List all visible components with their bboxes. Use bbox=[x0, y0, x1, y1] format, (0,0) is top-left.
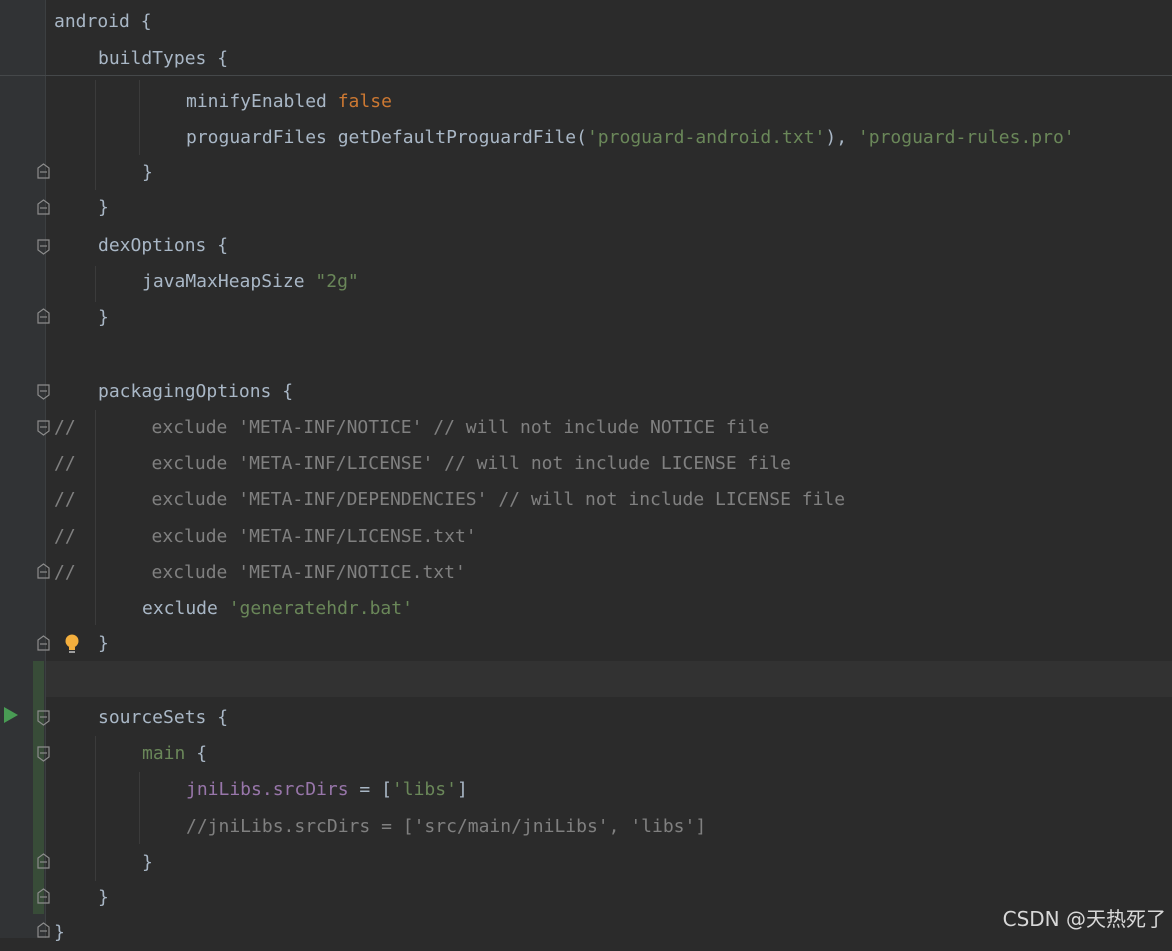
code-line[interactable]: //jniLibs.srcDirs = ['src/main/jniLibs',… bbox=[186, 809, 706, 845]
code-token: // exclude 'META-INF/DEPENDENCIES' // wi… bbox=[54, 489, 846, 510]
code-token: "2g" bbox=[315, 271, 359, 292]
code-line[interactable]: // exclude 'META-INF/DEPENDENCIES' // wi… bbox=[54, 482, 845, 518]
fold-marker-icon[interactable] bbox=[37, 163, 50, 179]
gutter-divider bbox=[45, 0, 46, 938]
code-line[interactable]: // exclude 'META-INF/LICENSE.txt' bbox=[54, 519, 477, 555]
code-line[interactable]: } bbox=[98, 190, 109, 226]
code-token: exclude bbox=[142, 598, 229, 619]
fold-marker-icon[interactable] bbox=[37, 746, 50, 762]
code-token: false bbox=[337, 91, 392, 112]
code-line[interactable]: javaMaxHeapSize "2g" bbox=[142, 264, 359, 300]
code-token: { bbox=[282, 381, 294, 402]
code-line[interactable]: // exclude 'META-INF/NOTICE' // will not… bbox=[54, 410, 769, 446]
code-token: //jniLibs.srcDirs = ['src/main/jniLibs',… bbox=[186, 816, 707, 837]
fold-marker-icon[interactable] bbox=[37, 563, 50, 579]
fold-marker-icon[interactable] bbox=[37, 239, 50, 255]
indent-guide bbox=[95, 266, 96, 302]
code-token: { bbox=[217, 235, 229, 256]
code-token: buildTypes bbox=[98, 48, 218, 69]
fold-marker-icon[interactable] bbox=[37, 384, 50, 400]
code-line[interactable]: // exclude 'META-INF/LICENSE' // will no… bbox=[54, 446, 791, 482]
fold-marker-icon[interactable] bbox=[37, 635, 50, 651]
code-token: dexOptions bbox=[98, 235, 218, 256]
code-token: packagingOptions bbox=[98, 381, 283, 402]
indent-guide bbox=[139, 80, 140, 155]
code-token: { bbox=[196, 743, 208, 764]
code-token: // exclude 'META-INF/NOTICE' // will not… bbox=[54, 417, 770, 438]
code-line[interactable]: } bbox=[98, 300, 109, 336]
code-line[interactable]: packagingOptions { bbox=[98, 374, 293, 410]
code-token: ] bbox=[456, 779, 468, 800]
code-line[interactable]: dexOptions { bbox=[98, 228, 228, 264]
fold-marker-icon[interactable] bbox=[37, 922, 50, 938]
code-token: { bbox=[217, 707, 229, 728]
code-token: ), bbox=[825, 127, 858, 148]
current-line-highlight bbox=[46, 661, 1172, 697]
code-editor[interactable]: android {buildTypes {minifyEnabled false… bbox=[0, 0, 1172, 943]
code-token: { bbox=[140, 11, 152, 32]
code-line[interactable]: minifyEnabled false bbox=[186, 84, 392, 120]
code-token: } bbox=[54, 922, 65, 943]
code-line[interactable]: proguardFiles getDefaultProguardFile('pr… bbox=[186, 120, 1075, 156]
code-line[interactable]: } bbox=[98, 880, 109, 916]
code-token: = [ bbox=[348, 779, 392, 800]
code-line[interactable]: main { bbox=[142, 736, 207, 772]
indent-guide bbox=[95, 736, 96, 881]
code-token: } bbox=[98, 197, 109, 218]
code-token: // exclude 'META-INF/LICENSE' // will no… bbox=[54, 453, 791, 474]
code-line[interactable]: } bbox=[142, 155, 153, 191]
code-line[interactable]: exclude 'generatehdr.bat' bbox=[142, 591, 413, 627]
code-line[interactable]: } bbox=[54, 915, 65, 951]
code-token: } bbox=[142, 162, 153, 183]
code-token: { bbox=[217, 48, 229, 69]
code-token: 'libs' bbox=[391, 779, 457, 800]
watermark: CSDN @天热死了 bbox=[1002, 907, 1166, 931]
code-line[interactable]: buildTypes { bbox=[98, 41, 228, 77]
code-token: } bbox=[98, 887, 109, 908]
code-token: 'proguard-android.txt' bbox=[586, 127, 826, 148]
code-line[interactable]: sourceSets { bbox=[98, 700, 228, 736]
code-token: main bbox=[142, 743, 197, 764]
vcs-change-marker[interactable] bbox=[33, 661, 44, 914]
fold-marker-icon[interactable] bbox=[37, 710, 50, 726]
code-token: javaMaxHeapSize bbox=[142, 271, 316, 292]
fold-marker-icon[interactable] bbox=[37, 308, 50, 324]
indent-guide bbox=[139, 772, 140, 844]
code-token: 'generatehdr.bat' bbox=[228, 598, 413, 619]
run-gutter-icon[interactable] bbox=[3, 706, 19, 729]
code-token: android bbox=[54, 11, 141, 32]
code-line[interactable]: android { bbox=[54, 4, 152, 40]
fold-marker-icon[interactable] bbox=[37, 420, 50, 436]
code-token: // exclude 'META-INF/LICENSE.txt' bbox=[54, 526, 477, 547]
code-line[interactable]: } bbox=[98, 626, 109, 662]
code-token: proguardFiles getDefaultProguardFile( bbox=[186, 127, 587, 148]
code-token: } bbox=[98, 633, 109, 654]
fold-marker-icon[interactable] bbox=[37, 199, 50, 215]
code-line[interactable]: } bbox=[142, 845, 153, 881]
code-token: sourceSets bbox=[98, 707, 218, 728]
code-line[interactable]: jniLibs.srcDirs = ['libs'] bbox=[186, 772, 468, 808]
code-token: 'proguard-rules.pro' bbox=[857, 127, 1075, 148]
intention-bulb-icon[interactable] bbox=[63, 633, 81, 660]
code-token: } bbox=[142, 852, 153, 873]
code-token: jniLibs.srcDirs bbox=[186, 779, 349, 800]
code-line[interactable]: // exclude 'META-INF/NOTICE.txt' bbox=[54, 555, 466, 591]
code-token: } bbox=[98, 307, 109, 328]
fold-marker-icon[interactable] bbox=[37, 888, 50, 904]
fold-marker-icon[interactable] bbox=[37, 853, 50, 869]
code-token: // exclude 'META-INF/NOTICE.txt' bbox=[54, 562, 466, 583]
indent-guide bbox=[95, 80, 96, 190]
code-token: minifyEnabled bbox=[186, 91, 338, 112]
